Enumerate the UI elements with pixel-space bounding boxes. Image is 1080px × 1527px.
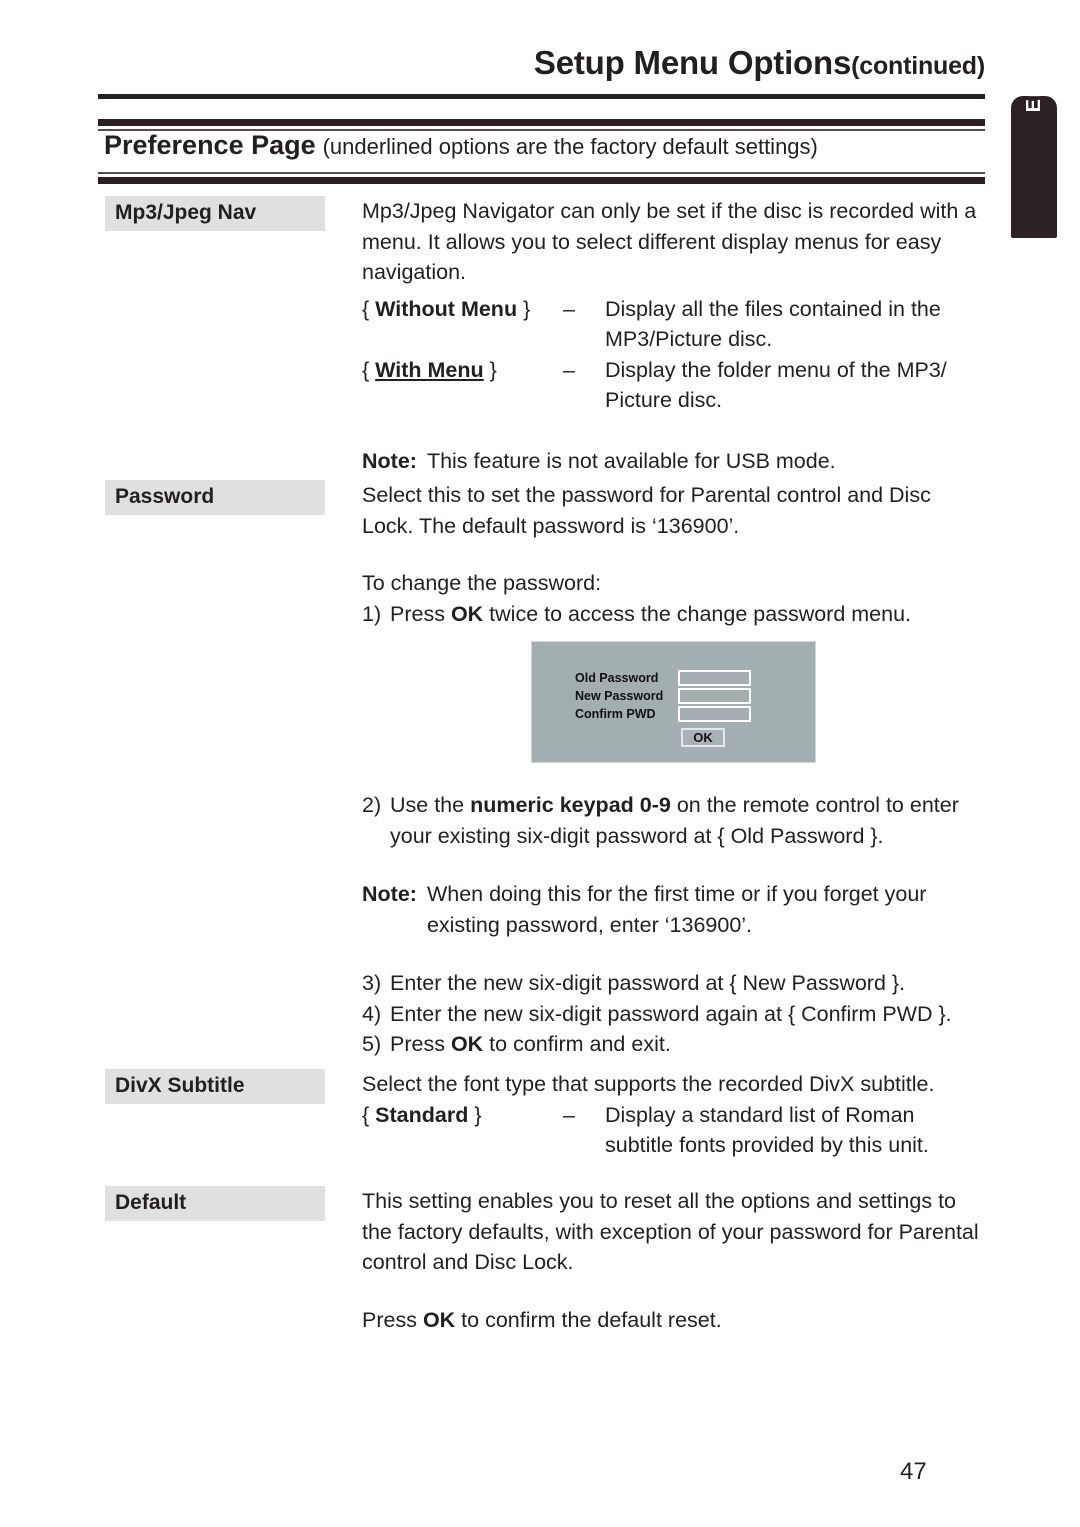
option-description: Display the folder menu of the MP3/ Pict… (605, 357, 947, 413)
body-password: Select this to set the password for Pare… (362, 480, 987, 629)
step-text-post: to confirm and exit. (483, 1032, 671, 1056)
new-password-field[interactable] (678, 687, 751, 704)
option-row-without-menu: { Without Menu } – Display all the files… (362, 294, 987, 355)
default-text-emphasis: OK (422, 1307, 456, 1332)
brace-close: } (474, 1102, 482, 1127)
step-index: 4) (362, 1001, 382, 1026)
term-default: Default (105, 1186, 325, 1221)
step-text-pre: Press (390, 601, 451, 626)
mp3-intro-paragraph: Mp3/Jpeg Navigator can only be set if th… (362, 199, 977, 284)
step-index: 1) (362, 601, 382, 626)
option-row-with-menu: { With Menu } – Display the folder menu … (362, 355, 987, 416)
body-default: This setting enables you to reset all th… (362, 1186, 987, 1335)
manual-page: Setup Menu Options(continued) Preference… (0, 0, 1080, 1527)
brace-open: { (362, 357, 370, 382)
change-password-dialog-figure: Old Password New Password Confirm PWD OK (531, 641, 816, 763)
step-text-emphasis: OK (450, 601, 484, 626)
note-label: Note: (362, 882, 417, 906)
confirm-pwd-label: Confirm PWD (575, 706, 656, 721)
dialog-ok-button[interactable]: OK (681, 728, 725, 747)
password-paragraph-1: Select this to set the password for Pare… (362, 483, 931, 538)
option-description: Display all the files contained in the M… (605, 296, 941, 352)
divx-intro-paragraph: Select the font type that supports the r… (362, 1072, 935, 1096)
option-description: Display a standard list of Roman subtitl… (605, 1102, 929, 1158)
new-password-label: New Password (575, 688, 664, 703)
password-step-3: 3) Enter the new six-digit password at {… (362, 968, 987, 999)
default-text-pre: Press (362, 1307, 423, 1332)
step-text-pre: Use the (390, 793, 471, 817)
option-row-standard: { Standard } – Display a standard list o… (362, 1100, 987, 1161)
section-heading-sub: (underlined options are the factory defa… (322, 134, 818, 159)
step-text: Press OK to confirm and exit. (390, 1029, 987, 1060)
step-text: Press OK twice to access the change pass… (390, 599, 987, 630)
term-password: Password (105, 480, 325, 515)
option-dash: – (563, 1102, 575, 1127)
page-title-continued: (continued) (851, 52, 985, 80)
old-password-label: Old Password (575, 670, 659, 685)
section-heading: Preference Page (underlined options are … (104, 130, 818, 161)
step-text-emphasis: numeric keypad 0-9 (470, 793, 671, 817)
language-tab: English (1011, 30, 1057, 238)
brace-open: { (362, 1102, 370, 1127)
note-mp3-usb: Note: This feature is not available for … (362, 446, 987, 477)
option-dash: – (563, 296, 575, 321)
term-divx-subtitle: DivX Subtitle (105, 1069, 325, 1104)
step-text: Use the numeric keypad 0-9 on the remote… (390, 790, 987, 851)
body-mp3-jpeg-nav: Mp3/Jpeg Navigator can only be set if th… (362, 196, 987, 476)
password-paragraph-2: To change the password: (362, 571, 602, 595)
step-text-post: twice to access the change password menu… (483, 601, 912, 626)
step-index: 5) (362, 1032, 382, 1056)
step-text: Enter the new six-digit password again a… (390, 1001, 952, 1026)
step-index: 2) (362, 793, 382, 817)
note-password-first-time: Note: When doing this for the first time… (362, 879, 987, 940)
language-tab-label: English (1023, 29, 1045, 113)
password-dialog-rows: Old Password New Password Confirm PWD (575, 669, 751, 723)
password-dialog-row-confirm: Confirm PWD (575, 705, 751, 722)
brace-close: } (489, 357, 497, 382)
option-name-standard: { Standard } (362, 1100, 547, 1131)
confirm-pwd-field[interactable] (678, 705, 751, 722)
option-name-without-menu: { Without Menu } (362, 294, 547, 325)
note-label: Note: (362, 448, 417, 473)
password-dialog-row-new: New Password (575, 687, 751, 704)
page-number: 47 (900, 1458, 927, 1485)
option-label: Standard (375, 1102, 469, 1127)
header-rule (98, 94, 985, 99)
option-label: With Menu (375, 357, 484, 382)
password-step-4: 4) Enter the new six-digit password agai… (362, 999, 987, 1030)
step-text: Enter the new six-digit password at { Ne… (390, 971, 906, 995)
old-password-field[interactable] (678, 669, 751, 686)
step-text-emphasis: OK (450, 1032, 484, 1056)
step-index: 3) (362, 971, 382, 995)
section-rule-below (98, 172, 985, 184)
option-label: Without Menu (375, 296, 518, 321)
password-step-1: 1) Press OK twice to access the change p… (362, 599, 987, 630)
brace-close: } (523, 296, 531, 321)
section-heading-strong: Preference Page (104, 130, 316, 160)
term-mp3-jpeg-nav: Mp3/Jpeg Nav (105, 196, 325, 231)
note-text: When doing this for the first time or if… (426, 882, 927, 937)
option-dash: – (563, 357, 575, 382)
option-name-with-menu: { With Menu } (362, 355, 547, 386)
note-text: This feature is not available for USB mo… (426, 448, 836, 473)
password-step-5: 5) Press OK to confirm and exit. (362, 1029, 987, 1060)
brace-open: { (362, 296, 370, 321)
body-password-steps: 2) Use the numeric keypad 0-9 on the rem… (362, 790, 987, 1060)
default-paragraph-1: This setting enables you to reset all th… (362, 1189, 979, 1274)
step-text-pre: Press (390, 1032, 451, 1056)
page-title-main: Setup Menu Options (533, 44, 852, 81)
default-paragraph-2: Press OK to confirm the default reset. (362, 1305, 987, 1336)
default-text-post: to confirm the default reset. (455, 1307, 722, 1332)
body-divx-subtitle: Select the font type that supports the r… (362, 1069, 987, 1161)
password-step-2: 2) Use the numeric keypad 0-9 on the rem… (362, 790, 987, 851)
page-title: Setup Menu Options(continued) (100, 44, 985, 82)
password-dialog-row-old: Old Password (575, 669, 751, 686)
